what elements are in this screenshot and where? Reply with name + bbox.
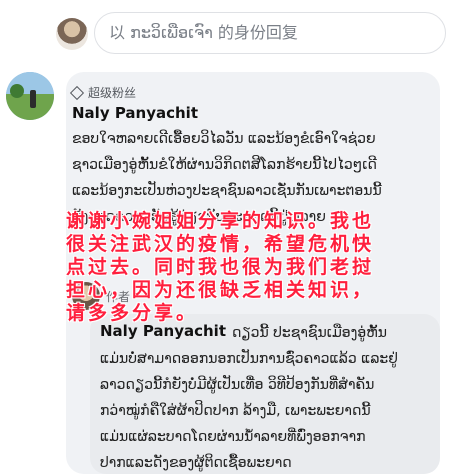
nested-line: ປາກແລະດັງຂອງຜູ້ຕິດເຊື້ອພະຍາດ: [100, 455, 292, 471]
nested-line: ແມ່ນບໍ່ສາມາດອອກນອກເປັນການຊົ່ວຄາວແລ້ວ ແລະ…: [100, 351, 398, 367]
nested-line: ລາວດຽວນີ້ກໍຍັງບໍ່ມີຜູ້ເປັນເທື່ອ ວິທີປ້ອງ…: [100, 377, 375, 393]
avatar-tree: [10, 84, 24, 98]
comment-line: ຊາວເມືອງອູ່ຫັ້ນຂໍໃຫ້ຜ່ານວິກິດຕສີໂລກຮ້າຍນ…: [72, 157, 377, 173]
reply-bar: 以 ກະວິເພືອເຈົາ 的身份回复: [0, 0, 474, 64]
my-avatar[interactable]: [56, 18, 88, 50]
comment-line: ແລະນ້ອງກະເປັນຫ່ວງປະຊາຊົນລາວເຊັ່ນກັນເພາະຕ…: [72, 183, 382, 199]
diamond-icon: [69, 85, 85, 101]
overlay-line: 点过去。同时我也很为我们老挝: [66, 256, 375, 278]
commenter-avatar[interactable]: [6, 72, 54, 120]
translation-overlay: 谢谢小婉姐姐分享的知识。我也 很关注武汉的疫情，希望危机快 点过去。同时我也很为…: [66, 210, 446, 325]
reply-input[interactable]: 以 ກະວິເພືອເຈົາ 的身份回复: [94, 12, 446, 54]
nested-line: ກວ່າໝູ່ກໍຄືໃສ່ຜ້າປິດປາກ ລ້າງມື, ເພາະພະຍາ…: [100, 403, 371, 419]
nested-line: ແມ່ນແຜ່ລະບາດໂດຍຜ່ານນ້ຳລາຍທີ່ພົ່ງອອກຈາກ: [100, 429, 366, 445]
super-fan-badge: 超级粉丝: [69, 84, 137, 101]
overlay-line: 请多多分享。: [66, 302, 199, 324]
nested-reply-text: ດຽວນີ້ ປະຊາຊົນເມືອງອູ່ຫັ້ນ ແມ່ນບໍ່ສາມາດອ…: [100, 320, 450, 476]
overlay-line: 很关注武汉的疫情，希望危机快: [66, 233, 375, 255]
badge-label: 超级粉丝: [88, 86, 137, 100]
comment-author[interactable]: Naly Panyachit: [72, 104, 198, 122]
avatar-person: [30, 90, 36, 108]
overlay-line: 担心，因为还很缺乏相关知识，: [66, 279, 375, 301]
overlay-line: 谢谢小婉姐姐分享的知识。我也: [66, 210, 375, 232]
comment-line: ຂອບໃຈຫລາຍເດີເອື້ອຍວິໄລວັນ ແລະນ້ອງຂໍເອົາໃ…: [72, 131, 376, 147]
